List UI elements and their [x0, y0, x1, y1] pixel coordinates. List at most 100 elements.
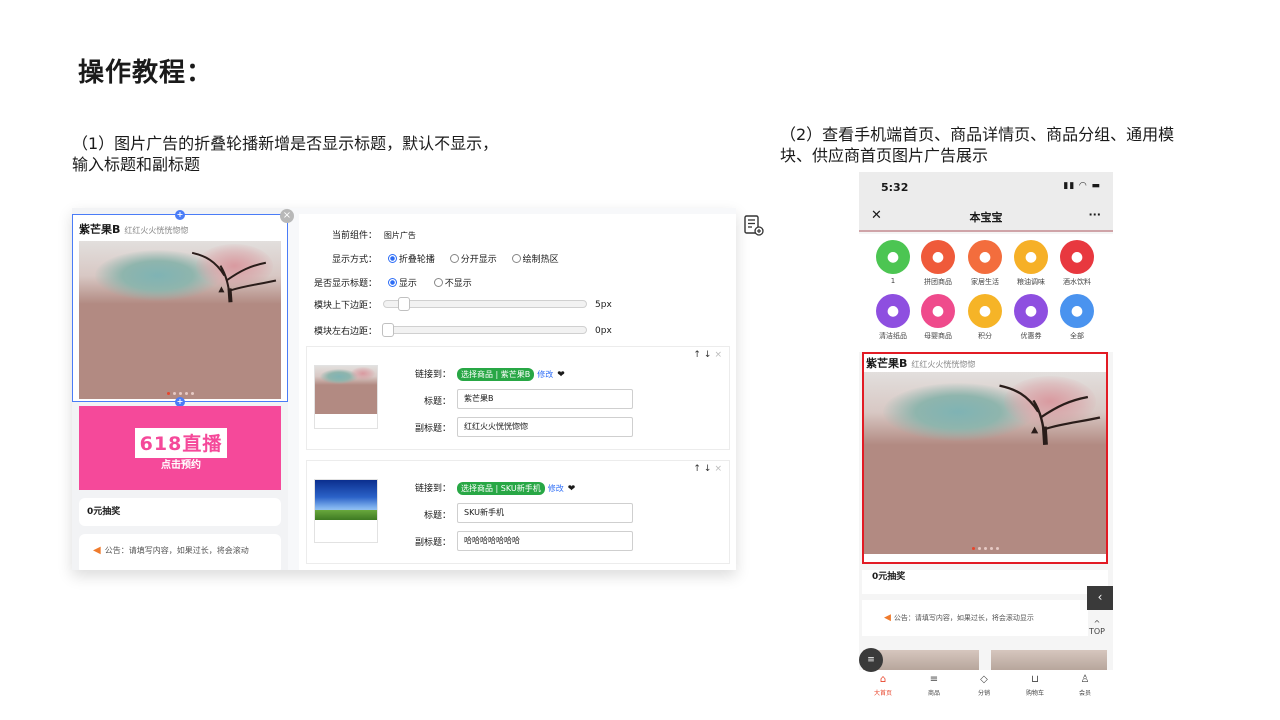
tissue-icon: ● — [876, 294, 910, 328]
category-item[interactable]: ● 积分 — [962, 294, 1008, 341]
vmargin-slider-handle[interactable] — [398, 297, 410, 311]
coupon-icon: ● — [1014, 294, 1048, 328]
lottery-block[interactable]: 0元抽奖 — [79, 498, 281, 526]
home-icon: ⌂ — [879, 674, 887, 685]
vmargin-row: 模块上下边距： — [313, 301, 377, 311]
title-input[interactable]: 紫芒果B — [457, 389, 633, 409]
properties-panel: 当前组件： 图片广告 显示方式： 折叠轮播 分开显示 绘制热区 是否显示标题： … — [299, 214, 736, 570]
live-banner[interactable]: 618直播 点击预约 — [79, 406, 281, 490]
radio-separate[interactable]: 分开显示 — [449, 254, 497, 265]
carousel-dots[interactable] — [864, 547, 1106, 550]
hmargin-slider-handle[interactable] — [382, 323, 394, 337]
user-icon: ♙ — [1080, 674, 1090, 685]
phone-screenshot: 5:32 ▮▮ ◠ ▬ ✕ 本宝宝 ··· ● 1 ● 拼团商品 ● 家居生活 ● 粮油… — [859, 172, 1113, 703]
back-to-top-button[interactable]: ^ TOP — [1089, 620, 1105, 636]
chevron-down-icon[interactable]: ❤ — [557, 370, 565, 380]
move-down-icon[interactable]: ↓ — [704, 464, 715, 474]
component-row: 当前组件： 图片广告 — [331, 231, 416, 241]
tutorial-slide: 操作教程： （1）图片广告的折叠轮播新增是否显示标题，默认不显示，输入标题和副标… — [0, 0, 1280, 720]
carousel-dots[interactable] — [79, 392, 281, 395]
move-up-icon[interactable]: ↑ — [693, 350, 704, 360]
radio-show-title[interactable]: 显示 — [387, 278, 417, 289]
delete-icon[interactable]: × — [714, 350, 725, 360]
speaker-icon: ◀ — [93, 545, 101, 556]
ad-title: 紫芒果B — [866, 357, 908, 370]
status-time: 5:32 — [881, 181, 909, 194]
image-item-card: ↑↓× 链接到： 选择商品 | 紫芒果B 修改 ❤ 标题： 紫芒果B 副标题： 红红火… — [306, 346, 730, 450]
selected-image-ad[interactable]: 紫芒果B 红红火火恍恍惚惚 — [72, 214, 288, 402]
move-down-icon[interactable]: ↓ — [704, 350, 715, 360]
ad-subtitle: 红红火火恍恍惚惚 — [124, 226, 189, 235]
category-item[interactable]: ● 家居生活 — [962, 240, 1008, 287]
editor-screenshot: 紫芒果B 红红火火恍恍惚惚 + + × 618直播 点击预约 0元抽奖 ◀ 公告… — [72, 208, 736, 570]
move-up-icon[interactable]: ↑ — [693, 464, 704, 474]
step-2-text: （2）查看手机端首页、商品详情页、商品分组、通用模块、供应商首页图片广告展示 — [780, 125, 1175, 165]
ad-subtitle: 红红火火恍恍惚惚 — [911, 360, 976, 369]
tab-products[interactable]: ≡ 商品 — [914, 674, 954, 697]
ad-image — [79, 241, 281, 399]
bowl-icon: ● — [1014, 240, 1048, 274]
sofa-icon: ● — [968, 240, 1002, 274]
ad-heading: 紫芒果B 红红火火恍恍惚惚 — [866, 355, 975, 371]
bottle-icon: ● — [1060, 240, 1094, 274]
tag-icon: ◇ — [980, 674, 988, 685]
page-title: 操作教程： — [78, 58, 214, 88]
ad-title: 紫芒果B — [79, 223, 121, 236]
baby-bottle-icon: ● — [921, 294, 955, 328]
category-item[interactable]: ● 粮油调味 — [1008, 240, 1054, 287]
status-bar: 5:32 ▮▮ ◠ ▬ — [859, 172, 1113, 202]
show-title-row: 是否显示标题： 显示 不显示 — [313, 278, 472, 289]
notice-bar[interactable]: ◀ 公告：请填写内容，如果过长，将会滚动 — [79, 534, 281, 570]
signal-wifi-battery-icon: ▮▮ ◠ ▬ — [1063, 181, 1101, 191]
link-tag[interactable]: 选择商品 | SKU新手机 — [457, 482, 545, 495]
search-list-icon[interactable]: ≡ — [859, 648, 883, 672]
category-grid: ● 1 ● 拼团商品 ● 家居生活 ● 粮油调味 ● 酒水饮料 ● 清洁纸品 ● 母婴商品 ●… — [859, 234, 1113, 352]
remove-component-icon[interactable]: × — [280, 209, 294, 223]
add-above-icon[interactable]: + — [175, 210, 185, 220]
item-thumbnail[interactable] — [314, 365, 378, 429]
edit-link[interactable]: 修改 — [537, 370, 553, 379]
delete-icon[interactable]: × — [714, 464, 725, 474]
title-input[interactable]: SKU新手机 — [457, 503, 633, 523]
radio-hide-title[interactable]: 不显示 — [433, 278, 472, 289]
category-item[interactable]: ● 母婴商品 — [915, 294, 961, 341]
tree-illustration — [191, 251, 277, 303]
subtitle-input[interactable]: 哈哈哈哈哈哈哈 — [457, 531, 633, 551]
document-settings-icon[interactable] — [744, 215, 764, 237]
category-item[interactable]: ● 1 — [870, 240, 916, 285]
more-icon[interactable]: ··· — [1088, 208, 1101, 221]
gift-icon: ● — [968, 294, 1002, 328]
cup-icon: ● — [921, 240, 955, 274]
chevron-down-icon[interactable]: ❤ — [568, 484, 576, 494]
lottery-block[interactable]: 0元抽奖 — [862, 570, 1108, 594]
tab-member[interactable]: ♙ 会员 — [1065, 674, 1105, 697]
subtitle-input[interactable]: 红红火火恍恍惚惚 — [457, 417, 633, 437]
live-banner-subtitle: 点击预约 — [135, 458, 227, 474]
category-item[interactable]: ● 优惠券 — [1008, 294, 1054, 341]
highlighted-image-ad[interactable]: 紫芒果B 红红火火恍恍惚惚 — [862, 352, 1108, 564]
edit-link[interactable]: 修改 — [548, 484, 564, 493]
vmargin-slider[interactable] — [383, 297, 587, 311]
image-item-card: ↑↓× 链接到： 选择商品 | SKU新手机 修改 ❤ 标题： SKU新手机 副标题：… — [306, 460, 730, 564]
collapse-panel-button[interactable]: ‹ — [1087, 586, 1113, 610]
notice-bar[interactable]: ◀ 公告：请填写内容，如果过长，将会滚动显示 — [862, 600, 1088, 636]
vmargin-value: 5px — [595, 300, 612, 310]
category-item[interactable]: ● 全部 — [1054, 294, 1100, 341]
category-item[interactable]: ● 拼团商品 — [915, 240, 961, 287]
tab-cart[interactable]: ⊔ 购物车 — [1015, 674, 1055, 697]
category-item[interactable]: ● 酒水饮料 — [1054, 240, 1100, 287]
link-tag[interactable]: 选择商品 | 紫芒果B — [457, 368, 535, 381]
tab-distribution[interactable]: ◇ 分销 — [964, 674, 1004, 697]
preview-column: 紫芒果B 红红火火恍恍惚惚 + + × 618直播 点击预约 0元抽奖 ◀ 公告… — [72, 208, 294, 570]
ad-image — [864, 372, 1106, 554]
radio-fold-carousel[interactable]: 折叠轮播 — [387, 254, 435, 265]
cart-icon: ⊔ — [1031, 674, 1039, 685]
live-banner-title: 618直播 — [139, 433, 223, 455]
tab-home[interactable]: ⌂ 大首页 — [863, 674, 903, 697]
tree-illustration — [999, 384, 1101, 445]
category-item[interactable]: ● 清洁纸品 — [870, 294, 916, 341]
hmargin-slider[interactable] — [382, 323, 587, 337]
item-thumbnail[interactable] — [314, 479, 378, 543]
list-icon: ≡ — [929, 674, 939, 685]
radio-hotspot[interactable]: 绘制热区 — [511, 254, 559, 265]
